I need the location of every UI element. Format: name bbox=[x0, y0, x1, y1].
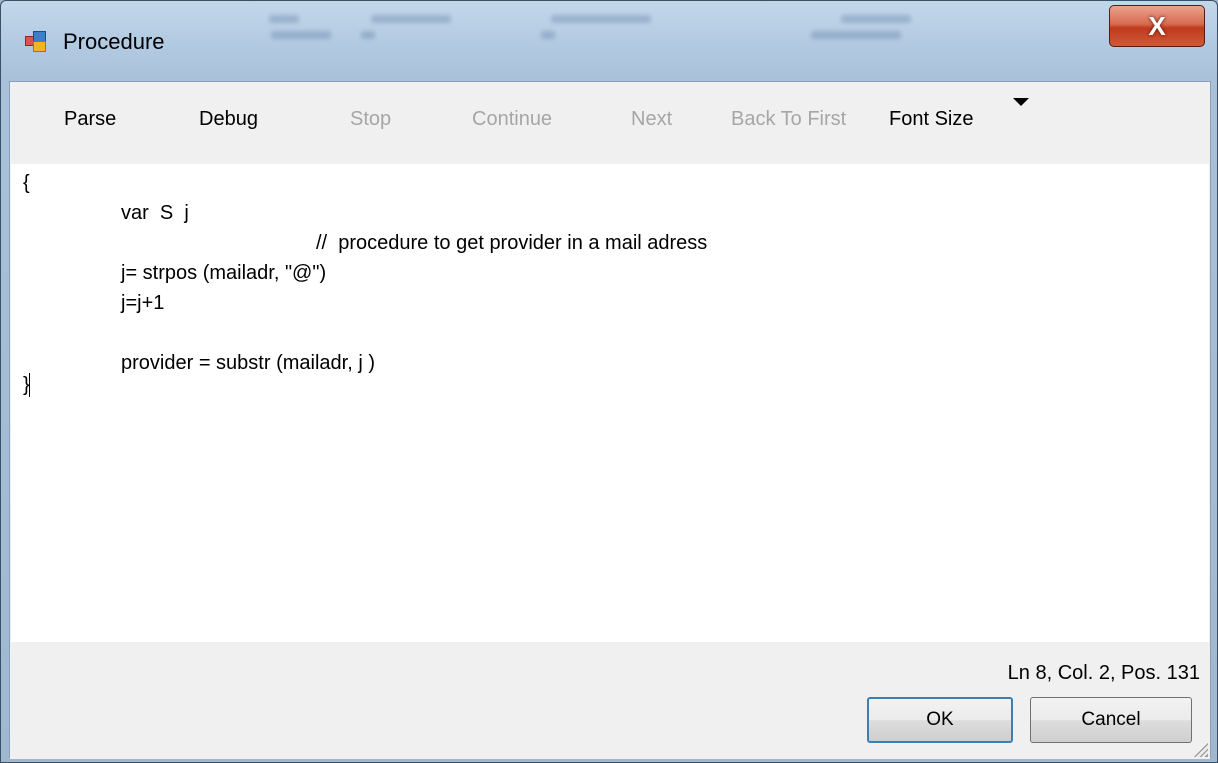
resize-grip-icon[interactable] bbox=[1192, 741, 1208, 757]
code-line: j=j+1 bbox=[121, 292, 165, 314]
back-to-first-button[interactable]: Back To First bbox=[731, 108, 846, 131]
continue-button[interactable]: Continue bbox=[472, 108, 552, 131]
chevron-down-icon[interactable] bbox=[1013, 98, 1029, 106]
code-line: // procedure to get provider in a mail a… bbox=[316, 232, 708, 254]
close-button[interactable]: X bbox=[1109, 5, 1205, 47]
bottom-panel: Ln 8, Col. 2, Pos. 131 OK Cancel bbox=[10, 642, 1210, 759]
ok-button[interactable]: OK bbox=[867, 697, 1013, 743]
debug-button[interactable]: Debug bbox=[199, 108, 258, 131]
window-title: Procedure bbox=[63, 29, 165, 54]
title-bar[interactable]: Procedure X bbox=[1, 1, 1217, 81]
app-icon bbox=[25, 31, 46, 52]
code-line: { bbox=[23, 172, 30, 194]
client-area: Parse Debug Stop Continue Next Back To F… bbox=[9, 81, 1211, 759]
cursor-position-status: Ln 8, Col. 2, Pos. 131 bbox=[1007, 662, 1200, 684]
code-editor[interactable]: { var S j // procedure to get provider i… bbox=[11, 164, 1209, 642]
text-caret bbox=[29, 373, 30, 397]
stop-button[interactable]: Stop bbox=[350, 108, 391, 131]
font-size-menu[interactable]: Font Size bbox=[889, 108, 973, 131]
code-line: j= strpos (mailadr, "@") bbox=[121, 262, 327, 284]
toolbar: Parse Debug Stop Continue Next Back To F… bbox=[10, 82, 1210, 164]
cancel-button[interactable]: Cancel bbox=[1030, 697, 1192, 743]
close-icon: X bbox=[1148, 11, 1166, 41]
next-button[interactable]: Next bbox=[631, 108, 672, 131]
parse-button[interactable]: Parse bbox=[64, 108, 116, 131]
procedure-window: Procedure X Parse Debug Stop Continue Ne… bbox=[0, 0, 1218, 763]
code-line: provider = substr (mailadr, j ) bbox=[121, 352, 375, 374]
code-line: var S j bbox=[121, 202, 189, 224]
